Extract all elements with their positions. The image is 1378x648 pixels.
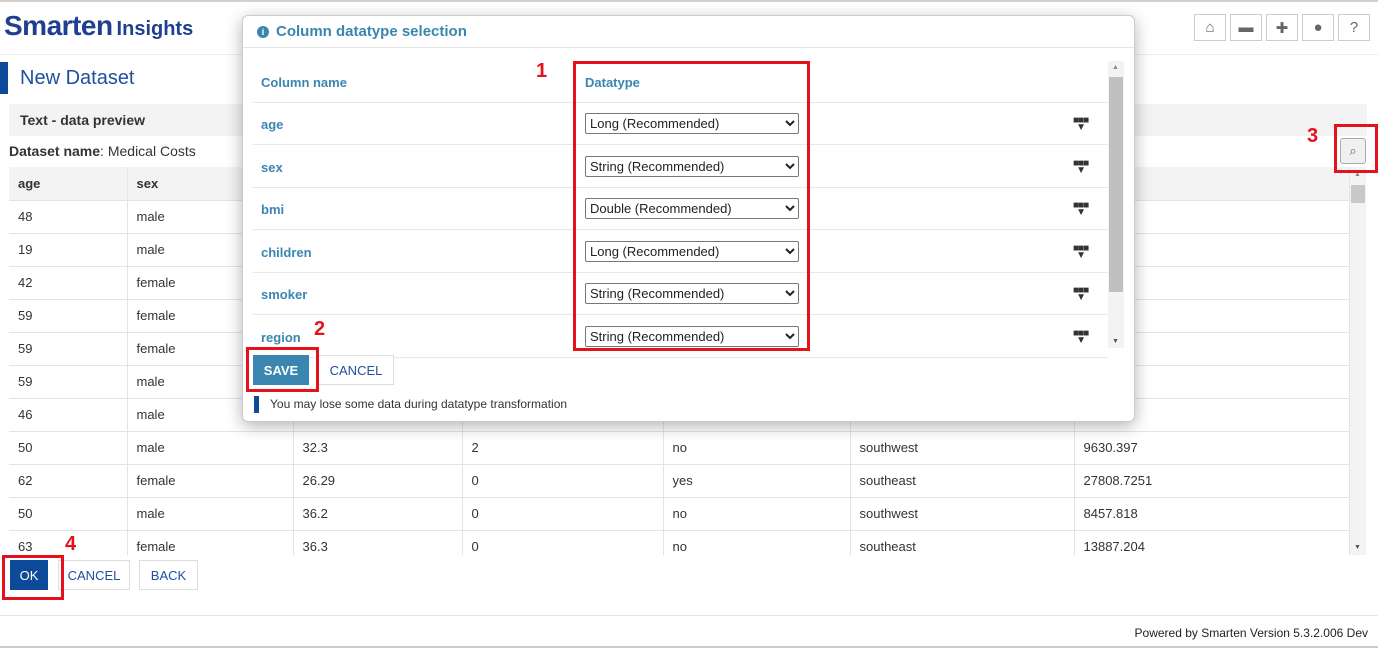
column-name: children	[261, 244, 312, 260]
column-header-age: age	[9, 167, 128, 201]
cancel-button[interactable]: CANCEL	[58, 560, 130, 590]
column-name: bmi	[261, 202, 285, 217]
table-cell: 59	[9, 299, 128, 333]
page-title: New Dataset	[0, 62, 135, 94]
format-options-icon[interactable]: ■■■ ▼	[1073, 328, 1089, 345]
table-cell: 59	[9, 365, 128, 399]
table-cell: southwest	[850, 431, 1075, 465]
format-options-icon[interactable]: ■■■ ▼	[1073, 201, 1089, 218]
table-cell: 0	[462, 464, 664, 498]
table-cell: 62	[9, 464, 128, 498]
modal-cancel-button[interactable]: CANCEL	[318, 355, 394, 385]
format-options-icon[interactable]: ■■■ ▼	[1073, 158, 1089, 175]
table-row: 50 male 36.2 0 no southwest 8457.818	[9, 497, 1350, 531]
table-cell: 36.3	[293, 530, 463, 555]
table-cell: yes	[663, 464, 851, 498]
table-cell: 26.29	[293, 464, 463, 498]
annotation-box-1	[573, 61, 810, 351]
annotation-label-3: 3	[1307, 125, 1319, 147]
format-options-icon[interactable]: ■■■ ▼	[1073, 243, 1089, 260]
modal-header: i Column datatype selection	[243, 16, 1134, 48]
table-cell: female	[127, 464, 294, 498]
table-cell: 27808.7251	[1074, 464, 1350, 498]
table-cell: 48	[9, 200, 128, 234]
table-cell: female	[127, 530, 294, 555]
table-cell: no	[663, 431, 851, 465]
annotation-box-2	[246, 347, 319, 392]
table-cell: 13887.204	[1074, 530, 1350, 555]
column-name: smoker	[261, 287, 308, 302]
format-options-icon[interactable]: ■■■ ▼	[1073, 286, 1089, 303]
table-cell: 9630.397	[1074, 431, 1350, 465]
table-cell: southeast	[850, 464, 1075, 498]
modal-scrollbar[interactable]: ▲ ▼	[1108, 61, 1124, 348]
divider	[0, 615, 1378, 616]
table-cell: 46	[9, 398, 128, 432]
table-cell: 8457.818	[1074, 497, 1350, 531]
footer-version: Powered by Smarten Version 5.3.2.006 Dev	[1134, 626, 1368, 640]
table-cell: 50	[9, 431, 128, 465]
table-cell: male	[127, 431, 294, 465]
column-name-header: Column name	[261, 75, 347, 90]
table-cell: male	[127, 497, 294, 531]
table-cell: 36.2	[293, 497, 463, 531]
table-cell: southeast	[850, 530, 1075, 555]
table-cell: no	[663, 497, 851, 531]
table-cell: no	[663, 530, 851, 555]
table-cell: 42	[9, 266, 128, 300]
table-row: 62 female 26.29 0 yes southeast 27808.7251	[9, 464, 1350, 498]
format-options-icon[interactable]: ■■■ ▼	[1073, 116, 1089, 133]
table-cell: southwest	[850, 497, 1075, 531]
table-row: 63 female 36.3 0 no southeast 13887.204	[9, 530, 1350, 555]
annotation-box-3	[1334, 124, 1378, 173]
table-cell: 2	[462, 431, 664, 465]
warning-note: You may lose some data during datatype t…	[254, 396, 567, 413]
help-icon[interactable]: ?	[1338, 14, 1370, 41]
logo: Smarten Insights	[4, 10, 194, 41]
back-button[interactable]: BACK	[139, 560, 198, 590]
plus-icon[interactable]: ✚	[1266, 14, 1298, 41]
folder-icon[interactable]: ▬	[1230, 14, 1262, 41]
table-cell: 32.3	[293, 431, 463, 465]
table-cell: 59	[9, 332, 128, 366]
info-icon: i	[257, 25, 269, 38]
annotation-label-2: 2	[314, 318, 326, 340]
annotation-label-4: 4	[65, 533, 77, 555]
table-row: 50 male 32.3 2 no southwest 9630.397	[9, 431, 1350, 465]
annotation-box-4	[2, 555, 64, 600]
column-name: age	[261, 117, 284, 132]
table-scrollbar[interactable]: ▲ ▼	[1350, 167, 1366, 555]
column-name: region	[261, 329, 301, 345]
table-cell: 19	[9, 233, 128, 267]
table-cell: 0	[462, 497, 664, 531]
home-icon[interactable]: ⌂	[1194, 14, 1226, 41]
table-cell: 0	[462, 530, 664, 555]
dataset-name: Dataset name: Medical Costs	[9, 143, 196, 159]
toolbar: ⌂ ▬ ✚ ●?	[1194, 14, 1370, 41]
column-name: sex	[261, 159, 283, 175]
table-cell: 50	[9, 497, 128, 531]
user-icon[interactable]: ●	[1302, 14, 1334, 41]
annotation-label-1: 1	[536, 60, 548, 82]
